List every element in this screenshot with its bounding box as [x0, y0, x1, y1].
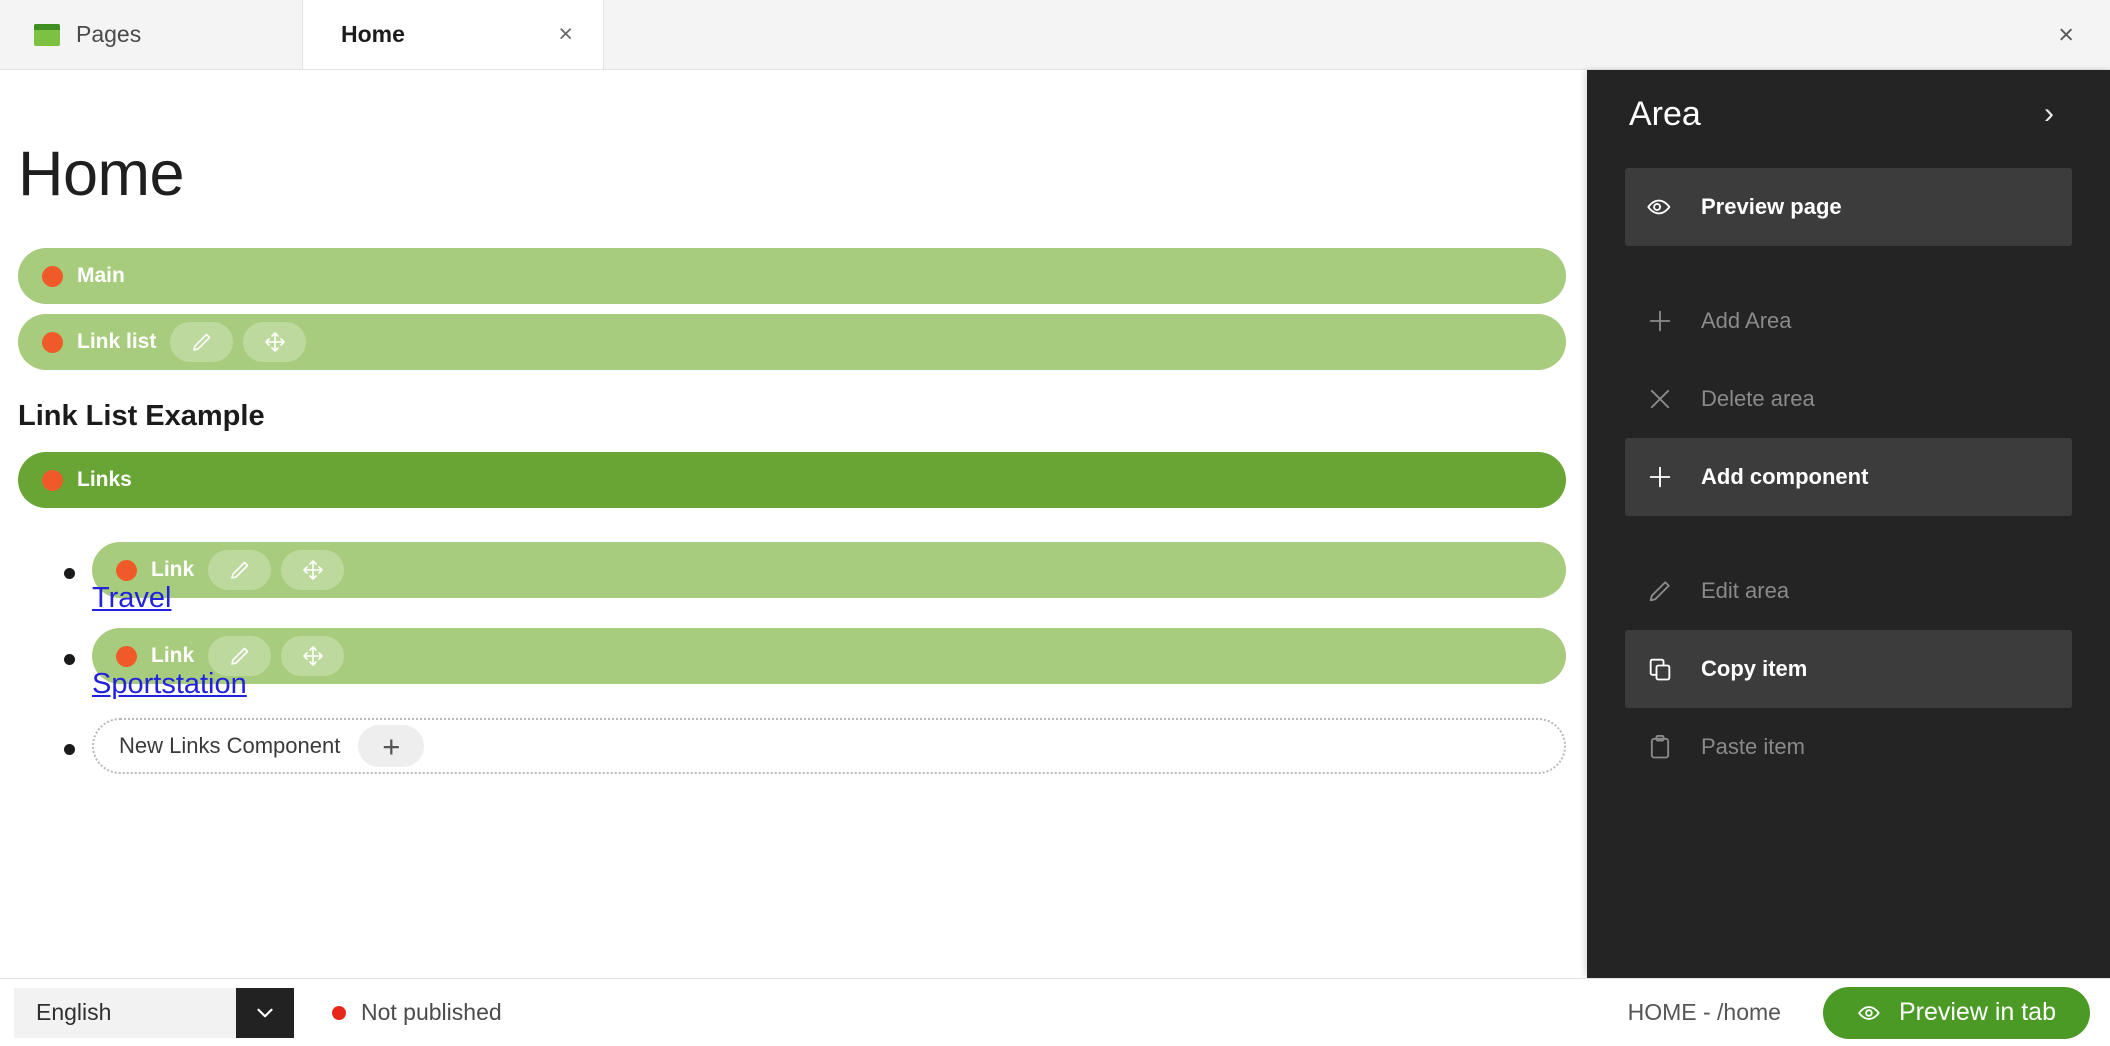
tab-home-label: Home — [341, 21, 405, 47]
component-bar-link-list[interactable]: Link list — [18, 314, 1566, 370]
menu-item-copy-item[interactable]: Copy item — [1625, 630, 2072, 708]
chevron-down-icon[interactable] — [236, 987, 294, 1038]
component-bar-main[interactable]: Main — [18, 248, 1566, 304]
add-component-icon[interactable]: + — [358, 725, 425, 767]
list-bullet — [64, 744, 75, 755]
status-bar-right: HOME - /home Preview in tab — [1627, 986, 2110, 1039]
component-chip-label: Link — [151, 644, 195, 667]
status-bar: English Not published HOME - /home Previ… — [0, 978, 2110, 1046]
component-bar-links[interactable]: Links — [18, 452, 1566, 508]
section-title: Link List Example — [18, 400, 265, 432]
preview-in-tab-button[interactable]: Preview in tab — [1822, 986, 2090, 1039]
menu-item-add-component[interactable]: Add component — [1625, 438, 2072, 516]
menu-item-delete-area[interactable]: Delete area — [1625, 360, 2072, 438]
area-panel-header: Area › — [1625, 70, 2072, 158]
clipboard-icon — [1645, 732, 1675, 762]
plus-icon — [1645, 306, 1675, 336]
close-icon — [1645, 384, 1675, 414]
move-icon[interactable] — [243, 322, 307, 362]
menu-item-label: Add component — [1701, 464, 1869, 489]
menu-group-item: Edit area Copy item Paste item — [1625, 552, 2072, 786]
move-icon[interactable] — [281, 550, 345, 590]
page-editor-window: Pages Home × × Home Main Link list Link … — [0, 0, 2110, 1046]
component-chip-label: Link — [151, 558, 195, 581]
menu-item-label: Preview page — [1701, 194, 1842, 219]
menu-item-add-area[interactable]: Add Area — [1625, 282, 2072, 360]
list-bullet — [64, 568, 75, 579]
tab-bar: Pages Home × × — [0, 0, 2110, 70]
status-dot — [116, 645, 137, 667]
menu-item-label: Add Area — [1701, 308, 1792, 333]
area-panel-title: Area — [1629, 94, 1701, 133]
menu-item-label: Paste item — [1701, 734, 1805, 759]
pencil-icon[interactable] — [170, 322, 234, 362]
pages-icon — [34, 23, 60, 46]
status-dot — [42, 265, 63, 287]
menu-divider — [1625, 246, 2072, 272]
component-chip-link[interactable]: Link — [92, 628, 1566, 684]
publish-status: Not published — [332, 999, 502, 1026]
menu-item-label: Copy item — [1701, 656, 1808, 681]
tab-pages[interactable]: Pages — [0, 0, 302, 69]
new-component-label: New Links Component — [119, 733, 341, 758]
menu-divider — [1625, 516, 2072, 542]
pencil-icon — [1645, 576, 1675, 606]
menu-item-label: Edit area — [1701, 578, 1790, 603]
eye-icon — [1857, 1000, 1883, 1026]
eye-icon — [1645, 192, 1675, 222]
list-bullet — [64, 654, 75, 665]
component-bar-label: Main — [77, 264, 125, 287]
preview-in-tab-label: Preview in tab — [1898, 998, 2056, 1026]
copy-icon — [1645, 654, 1675, 684]
component-bar-label: Link list — [77, 330, 157, 353]
new-component-placeholder[interactable]: New Links Component + — [92, 718, 1566, 774]
tab-pages-label: Pages — [76, 21, 142, 47]
move-icon[interactable] — [281, 636, 345, 676]
page-link-travel[interactable]: Travel — [92, 582, 172, 615]
status-dot — [42, 331, 63, 353]
tab-home[interactable]: Home × — [302, 0, 604, 69]
plus-icon — [1645, 462, 1675, 492]
language-value: English — [36, 999, 112, 1025]
chevron-right-icon[interactable]: › — [2034, 93, 2064, 135]
menu-item-preview-page[interactable]: Preview page — [1625, 168, 2072, 246]
page-canvas: Home Main Link list Link List Example Li… — [0, 70, 1587, 978]
page-title: Home — [18, 139, 185, 209]
status-dot — [42, 469, 63, 491]
status-badge — [332, 1005, 346, 1020]
menu-item-edit-area[interactable]: Edit area — [1625, 552, 2072, 630]
window-close-icon[interactable]: × — [2058, 21, 2074, 48]
language-selector[interactable]: English — [14, 987, 294, 1038]
area-panel: Area › Preview page Add Area Delete area… — [1587, 70, 2110, 978]
component-bar-label: Links — [77, 468, 132, 491]
publish-status-label: Not published — [361, 999, 502, 1025]
menu-group-area: Add Area Delete area Add component — [1625, 282, 2072, 516]
component-chip-link[interactable]: Link — [92, 542, 1566, 598]
menu-item-paste-item[interactable]: Paste item — [1625, 708, 2072, 786]
menu-group-preview: Preview page — [1625, 168, 2072, 246]
page-path: HOME - /home — [1627, 999, 1781, 1025]
page-link-sportstation[interactable]: Sportstation — [92, 668, 247, 701]
tab-close-icon[interactable]: × — [558, 22, 573, 47]
menu-item-label: Delete area — [1701, 386, 1815, 411]
status-dot — [116, 559, 137, 581]
pencil-icon[interactable] — [208, 550, 272, 590]
